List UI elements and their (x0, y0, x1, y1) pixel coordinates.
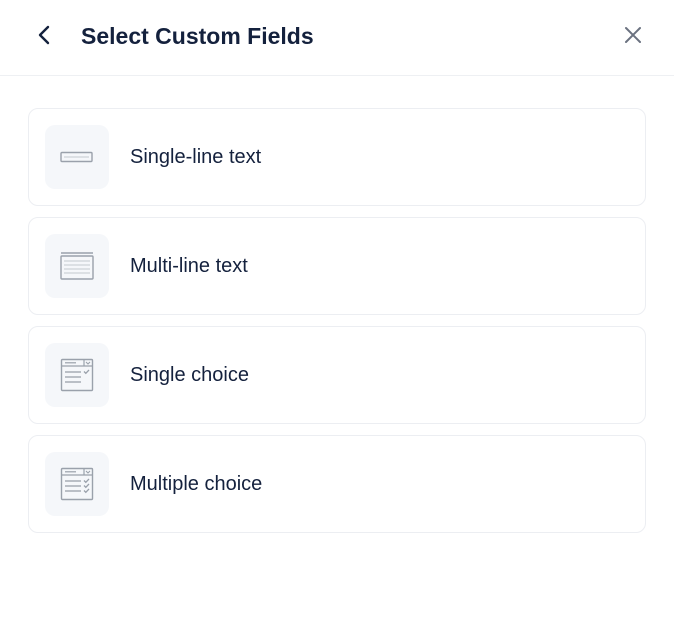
single-choice-icon (45, 343, 109, 407)
single-line-text-icon (45, 125, 109, 189)
page-title: Select Custom Fields (81, 23, 314, 49)
option-single-choice[interactable]: Single choice (28, 326, 646, 424)
back-button[interactable] (30, 20, 60, 50)
option-label: Single-line text (130, 146, 262, 168)
chevron-left-icon (38, 25, 50, 45)
option-single-line-text[interactable]: Single-line text (28, 108, 646, 206)
multi-line-text-icon (45, 234, 109, 298)
multiple-choice-icon (45, 452, 109, 516)
close-icon (625, 27, 641, 43)
option-multi-line-text[interactable]: Multi-line text (28, 217, 646, 315)
option-label: Single choice (130, 364, 249, 386)
close-button[interactable] (618, 20, 648, 50)
panel-header: Select Custom Fields (0, 0, 674, 76)
custom-fields-panel: Select Custom Fields Single-line text Mu… (0, 0, 674, 622)
option-label: Multiple choice (130, 473, 263, 495)
option-label: Multi-line text (130, 255, 248, 277)
option-multiple-choice[interactable]: Multiple choice (28, 435, 646, 533)
field-type-list: Single-line text Multi-line text Single … (28, 108, 646, 544)
